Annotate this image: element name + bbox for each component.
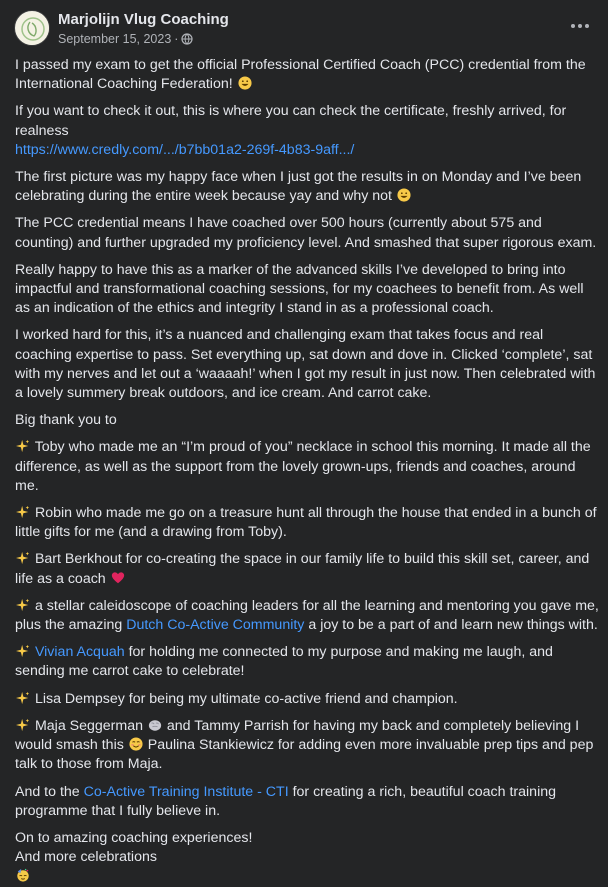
paragraph-text: Toby who made me an “I’m proud of you” n… <box>15 439 591 494</box>
paragraph-text: Bart Berkhout for co-creating the space … <box>15 551 590 587</box>
paragraph-pcc-announcement: I passed my exam to get the official Pro… <box>15 56 599 94</box>
paragraph-closing-emoji <box>15 867 599 886</box>
paragraph-text: And to the <box>15 783 80 800</box>
paragraph-closing-2: And more celebrations <box>15 849 157 866</box>
thanks-vivian: Vivian Acquah for holding me connected t… <box>15 643 599 681</box>
paragraph-text: I passed my exam to get the official Pro… <box>15 57 586 93</box>
paragraph-text: Robin who made me go on a treasure hunt … <box>15 505 597 541</box>
post-date[interactable]: September 15, 2023 <box>58 32 171 46</box>
sparkles-emoji <box>16 552 30 565</box>
dutch-co-active-community-link[interactable]: Dutch Co-Active Community <box>126 617 304 633</box>
sparkles-emoji <box>16 505 30 519</box>
paragraph-text: Maja Seggerman <box>34 717 143 734</box>
paragraph-text: If you want to check it out, this is whe… <box>15 103 567 139</box>
sparkles-emoji <box>16 691 30 704</box>
more-horizontal-icon <box>571 24 589 28</box>
sparkles-emoji <box>16 718 30 732</box>
grinning-face-emoji <box>238 76 252 90</box>
thanks-robin: Robin who made me go on a treasure hunt … <box>15 504 599 542</box>
vivian-acquah-link[interactable]: Vivian Acquah <box>35 644 125 660</box>
paragraph-text: Lisa Dempsey for being my ultimate co-ac… <box>34 690 458 707</box>
meta-separator: · <box>174 32 179 46</box>
paragraph-marker: Really happy to have this as a marker of… <box>15 261 584 317</box>
post-meta: September 15, 2023 · <box>58 32 194 46</box>
partying-face-emoji <box>17 869 29 882</box>
thanks-bart: Bart Berkhout for co-creating the space … <box>15 550 599 588</box>
sparkles-emoji <box>16 440 30 453</box>
paragraph-worked-hard: I worked hard for this, it’s a nuanced a… <box>15 327 596 402</box>
thanks-coaching-leaders: a stellar caleidoscope of coaching leade… <box>15 597 599 635</box>
globe-icon <box>181 33 194 45</box>
more-options-button[interactable] <box>562 8 598 44</box>
post-header: Marjolijn Vlug Coaching September 15, 20… <box>0 0 608 52</box>
paragraph-pcc-meaning: The PCC credential means I have coached … <box>15 215 597 251</box>
red-heart-emoji <box>111 571 124 583</box>
cti-link[interactable]: Co-Active Training Institute - CTI <box>84 784 289 800</box>
thanks-toby: Toby who made me an “I’m proud of you” n… <box>15 438 599 496</box>
thanks-lisa: Lisa Dempsey for being my ultimate co-ac… <box>15 690 599 709</box>
paragraph-closing-1: On to amazing coaching experiences! <box>15 829 253 846</box>
page-avatar[interactable] <box>14 10 50 46</box>
brain-emoji <box>148 720 162 731</box>
paragraph-thank-you: Big thank you to <box>15 412 117 429</box>
grinning-face-emoji <box>397 188 411 202</box>
thanks-maja-tammy: Maja Seggerman and Tammy Parrish for hav… <box>15 717 599 775</box>
page-name-link[interactable]: Marjolijn Vlug Coaching <box>58 11 229 28</box>
paragraph-first-picture: The first picture was my happy face when… <box>15 168 599 206</box>
sparkles-emoji <box>16 645 30 658</box>
sparkles-emoji <box>16 598 30 611</box>
thanks-cti: And to the Co-Active Training Institute … <box>15 783 599 821</box>
paragraph-certificate: If you want to check it out, this is whe… <box>15 102 599 160</box>
credly-link[interactable]: https://www.credly.com/.../b7bb01a2-269f… <box>15 142 354 158</box>
smiling-face-emoji <box>129 737 143 751</box>
paragraph-text: a joy to be a part of and learn new thin… <box>308 617 598 634</box>
avatar-logo-icon <box>16 12 49 45</box>
paragraph-text: The first picture was my happy face when… <box>15 169 582 205</box>
post-text: I passed my exam to get the official Pro… <box>15 56 599 887</box>
